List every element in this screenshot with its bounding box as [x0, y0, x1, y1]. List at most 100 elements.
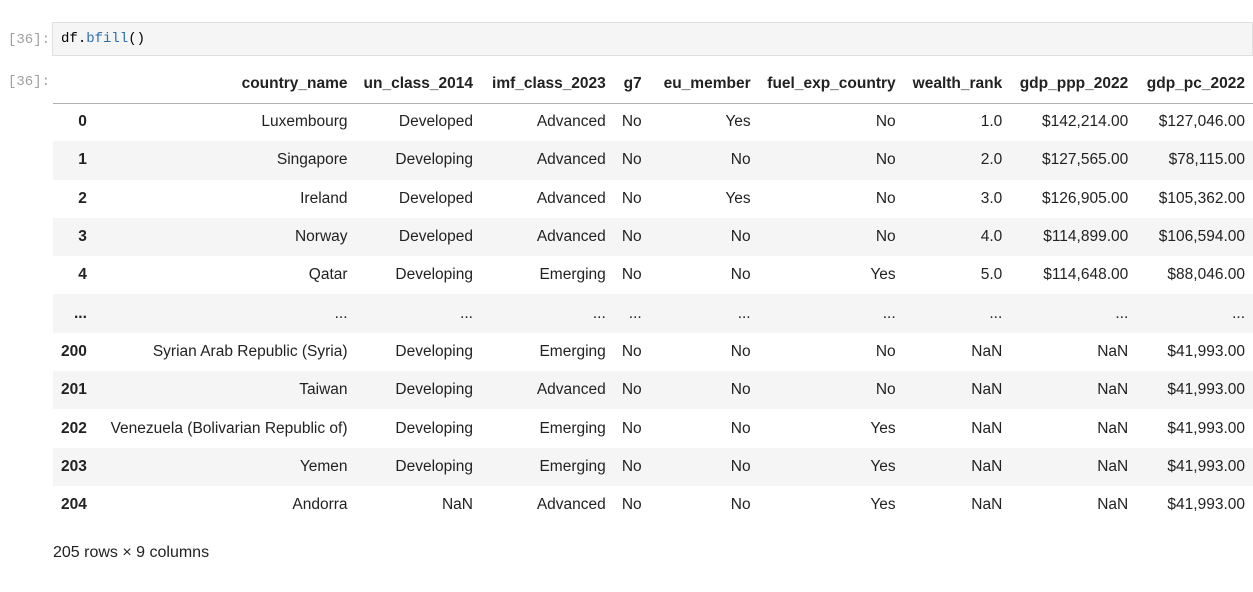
table-cell: No — [875, 113, 896, 131]
table-cell: $41,993.00 — [1167, 342, 1245, 360]
table-cell: Emerging — [539, 342, 606, 360]
table-cell: $126,905.00 — [1042, 189, 1129, 207]
table-cell: No — [875, 151, 896, 169]
table-cell: $41,993.00 — [1167, 496, 1245, 514]
table-cell: $41,993.00 — [1167, 381, 1245, 399]
table-cell: No — [730, 228, 751, 246]
table-cell: Andorra — [292, 496, 348, 514]
table-cell: No — [621, 496, 642, 514]
table-row: 202 Venezuela (Bolivarian Republic of) Dev… — [53, 409, 1253, 447]
code-parens: () — [128, 31, 146, 47]
table-cell: Ireland — [300, 189, 348, 207]
table-cell: No — [621, 228, 642, 246]
table-cell: Yes — [870, 266, 896, 284]
code-method: bfill — [86, 31, 129, 47]
row-index: 203 — [61, 457, 87, 475]
table-row: 2 Ireland Developed Advanced No Yes No 3.0 $126,… — [53, 180, 1253, 218]
table-cell: NaN — [1097, 496, 1129, 514]
table-row: 4 Qatar Developing Emerging No No Yes 5.0 $114,6… — [53, 256, 1253, 294]
table-cell: NaN — [971, 381, 1003, 399]
table-cell: Yes — [870, 496, 896, 514]
table-cell: Advanced — [536, 189, 606, 207]
table-cell: No — [730, 342, 751, 360]
table-cell: Developed — [398, 228, 473, 246]
dataframe-shape: 205 rows × 9 columns — [53, 544, 210, 561]
table-cell: No — [875, 228, 896, 246]
table-cell: $105,362.00 — [1158, 189, 1245, 207]
input-prompt: [36]: — [7, 32, 50, 48]
table-cell: No — [621, 381, 642, 399]
column-header: country_name — [100, 66, 356, 104]
table-cell: NaN — [1097, 342, 1129, 360]
table-cell: ... — [882, 304, 896, 322]
table-cell: Emerging — [539, 457, 606, 475]
code-cell-input[interactable]: df.bfill() — [52, 22, 1253, 56]
table-cell: $127,565.00 — [1042, 151, 1129, 169]
table-cell: $142,214.00 — [1042, 113, 1129, 131]
table-cell: Developing — [395, 151, 473, 169]
table-cell: $41,993.00 — [1167, 419, 1245, 437]
table-cell: No — [621, 419, 642, 437]
table-body: 0 Luxembourg Developed Advanced No Yes No 1.0 $1… — [53, 103, 1253, 524]
table-cell: Developing — [395, 419, 473, 437]
column-header: fuel_exp_country — [758, 66, 904, 104]
column-header: gdp_pc_2022 — [1136, 66, 1253, 104]
table-cell: Yes — [725, 189, 751, 207]
table-row: .............................. — [53, 294, 1253, 333]
table-cell: No — [730, 419, 751, 437]
column-header: imf_class_2023 — [480, 66, 614, 104]
table-cell: ... — [592, 304, 606, 322]
table-cell: NaN — [971, 496, 1003, 514]
code-variable: df — [61, 31, 78, 47]
table-cell: NaN — [971, 419, 1003, 437]
column-header: wealth_rank — [903, 66, 1011, 104]
table-cell: $41,993.00 — [1167, 457, 1245, 475]
table-row: 201 Taiwan Developing Advanced No No No NaN NaN $… — [53, 371, 1253, 410]
row-index: ... — [73, 304, 87, 322]
table-cell: Singapore — [276, 151, 348, 169]
table-cell: $114,899.00 — [1043, 228, 1129, 246]
table-cell: Yemen — [299, 457, 348, 475]
table-cell: Luxembourg — [261, 113, 348, 131]
table-cell: Yes — [725, 113, 751, 131]
table-row: 200 Syrian Arab Republic (Syria) Developin… — [53, 333, 1253, 371]
table-cell: $88,046.00 — [1167, 266, 1245, 284]
column-header: g7 — [613, 66, 650, 104]
table-cell: No — [875, 381, 896, 399]
table-cell: ... — [334, 304, 348, 322]
table-cell: Emerging — [539, 266, 606, 284]
table-cell: Advanced — [536, 496, 606, 514]
table-cell: 1.0 — [980, 113, 1003, 131]
table-cell: Emerging — [539, 419, 606, 437]
table-cell: 4.0 — [980, 228, 1003, 246]
table-cell: Advanced — [536, 151, 606, 169]
table-cell: Yes — [870, 457, 896, 475]
table-cell: NaN — [1097, 419, 1129, 437]
table-cell: No — [621, 342, 642, 360]
table-cell: Syrian Arab Republic (Syria) — [152, 342, 348, 360]
table-cell: Advanced — [536, 381, 606, 399]
row-index: 1 — [78, 151, 87, 169]
code-dot: . — [77, 31, 87, 47]
table-cell: 2.0 — [980, 151, 1003, 169]
row-index: 0 — [78, 113, 87, 131]
table-cell: No — [730, 496, 751, 514]
row-index: 201 — [61, 381, 87, 399]
table-cell: No — [730, 457, 751, 475]
table-row: 3 Norway Developed Advanced No No No 4.0 $114,89… — [53, 217, 1253, 257]
table-cell: $106,594.00 — [1158, 228, 1245, 246]
table-cell: No — [621, 457, 642, 475]
row-index: 4 — [78, 266, 87, 284]
table-cell: NaN — [441, 496, 473, 514]
row-index: 202 — [61, 419, 87, 437]
dataframe-output: country_name un_class_2014 imf_class_202… — [53, 66, 1253, 524]
index-header — [53, 66, 101, 104]
table-cell: Developing — [395, 342, 473, 360]
table-row: 204 Andorra NaN Advanced No No Yes NaN NaN $41,99… — [53, 486, 1253, 524]
table-cell: NaN — [971, 457, 1003, 475]
table-row: 1 Singapore Developing Advanced No No No 2.0 $12… — [53, 141, 1253, 180]
table-cell: ... — [989, 304, 1003, 322]
table-cell: No — [875, 342, 896, 360]
output-prompt: [36]: — [7, 74, 50, 90]
table-cell: Advanced — [536, 228, 606, 246]
